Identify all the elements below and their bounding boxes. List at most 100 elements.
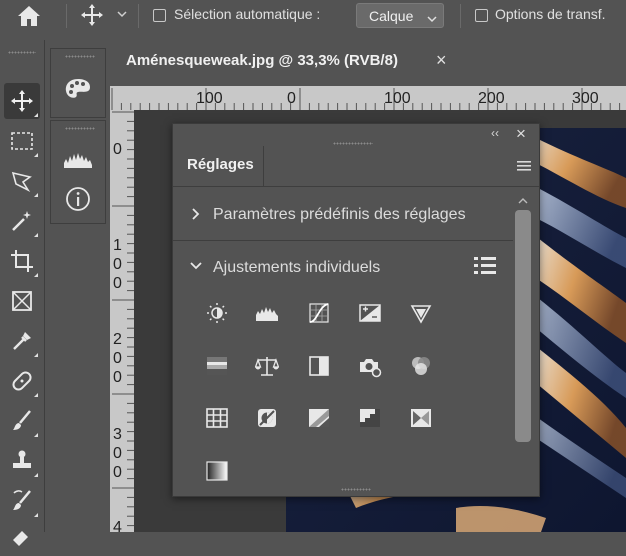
- options-bar: Sélection automatique : Calque Options d…: [0, 0, 626, 32]
- info-icon[interactable]: [65, 186, 91, 212]
- flyout-indicator: [34, 393, 38, 397]
- auto-select-checkbox[interactable]: [153, 9, 166, 22]
- histogram-icon[interactable]: [63, 151, 93, 169]
- vibrance-icon[interactable]: [409, 301, 433, 325]
- move-tool-button[interactable]: [4, 83, 40, 119]
- panel-tab-row: Réglages: [173, 146, 539, 187]
- separator: [66, 4, 67, 28]
- curves-icon[interactable]: [307, 301, 331, 325]
- scroll-up-icon[interactable]: [518, 198, 528, 204]
- channel-mixer-icon[interactable]: [409, 354, 433, 378]
- eyedropper-tool-button[interactable]: [4, 323, 40, 359]
- flyout-indicator: [34, 273, 38, 277]
- invert-icon[interactable]: [255, 406, 279, 430]
- chevron-down-icon[interactable]: [117, 11, 127, 18]
- grip-handle[interactable]: [333, 142, 373, 145]
- magic-wand-tool-button[interactable]: [4, 203, 40, 239]
- tools-panel: [0, 40, 45, 546]
- flyout-indicator: [34, 433, 38, 437]
- marquee-icon: [11, 132, 33, 150]
- adjustments-panel-group: [50, 120, 106, 224]
- crop-tool-button[interactable]: [4, 243, 40, 279]
- frame-tool-button[interactable]: [4, 283, 40, 319]
- color-balance-icon[interactable]: [255, 354, 279, 378]
- color-panel-group: [50, 48, 106, 118]
- eraser-tool-button[interactable]: [4, 520, 40, 556]
- transform-options-checkbox[interactable]: [475, 9, 488, 22]
- individual-adjustments-label: Ajustements individuels: [213, 259, 381, 276]
- horizontal-ruler[interactable]: 100 0 100 200 300: [110, 86, 626, 110]
- scrollbar-thumb[interactable]: [515, 210, 531, 442]
- ruler-label: 200: [478, 90, 505, 107]
- move-tool-icon[interactable]: [80, 3, 104, 27]
- close-panel-icon[interactable]: ×: [516, 124, 526, 144]
- flyout-indicator: [34, 193, 38, 197]
- flyout-indicator: [34, 233, 38, 237]
- threshold-icon[interactable]: [358, 406, 382, 430]
- document-tab[interactable]: Aménesqueweak.jpg @ 33,3% (RVB/8) ×: [110, 44, 462, 78]
- panel-scrollbar[interactable]: [513, 188, 535, 488]
- gradient-map-icon[interactable]: [205, 459, 229, 483]
- lasso-tool-button[interactable]: [4, 163, 40, 199]
- individual-adjustments-header[interactable]: Ajustements individuels: [173, 252, 513, 288]
- photo-filter-icon[interactable]: [358, 354, 382, 378]
- presets-section-header[interactable]: Paramètres prédéfinis des réglages: [173, 196, 513, 236]
- chevron-down-icon: [427, 10, 437, 28]
- ruler-label: 0: [287, 90, 296, 107]
- separator: [460, 4, 461, 28]
- grip-handle[interactable]: [65, 55, 95, 58]
- tab-reglages[interactable]: Réglages: [177, 146, 264, 186]
- auto-select-dropdown[interactable]: Calque: [356, 3, 444, 28]
- frame-icon: [12, 291, 32, 311]
- flyout-indicator: [34, 513, 38, 517]
- collapsed-panels-strip: [48, 40, 107, 532]
- presets-label: Paramètres prédéfinis des réglages: [213, 206, 466, 223]
- ruler-label-200: 200: [113, 331, 122, 386]
- crop-icon: [11, 250, 33, 272]
- panel-title-bar[interactable]: ‹‹ ×: [173, 124, 539, 146]
- selective-color-icon[interactable]: [409, 406, 433, 430]
- ruler-label-100: 100: [113, 237, 122, 292]
- brightness-contrast-icon[interactable]: [205, 301, 229, 325]
- posterize-icon[interactable]: [307, 406, 331, 430]
- ruler-ticks: [111, 88, 621, 110]
- grip-handle[interactable]: [8, 51, 36, 54]
- section-divider: [173, 240, 513, 241]
- flyout-indicator: [34, 473, 38, 477]
- resize-grip[interactable]: [341, 488, 371, 491]
- ruler-label-0: 0: [113, 141, 122, 158]
- tab-label: Réglages: [187, 156, 254, 173]
- panel-menu-icon[interactable]: [517, 160, 531, 172]
- close-icon[interactable]: ×: [436, 50, 447, 71]
- history-brush-tool-button[interactable]: [4, 483, 40, 519]
- eyedropper-icon: [13, 332, 31, 350]
- transform-options-label: Options de transf.: [495, 6, 606, 22]
- exposure-icon[interactable]: [358, 301, 382, 325]
- move-icon: [11, 90, 33, 112]
- color-lookup-icon[interactable]: [205, 406, 229, 430]
- levels-icon[interactable]: [255, 301, 279, 325]
- black-white-icon[interactable]: [307, 354, 331, 378]
- grip-handle[interactable]: [65, 127, 95, 130]
- adjustments-panel: ‹‹ × Réglages Paramètres prédéfinis des …: [172, 123, 540, 497]
- home-icon[interactable]: [17, 5, 41, 27]
- flyout-indicator: [34, 113, 38, 117]
- magic-wand-icon: [12, 211, 31, 231]
- chevron-right-icon: [192, 208, 200, 220]
- hue-saturation-icon[interactable]: [205, 354, 229, 378]
- marquee-tool-button[interactable]: [4, 123, 40, 159]
- palette-icon[interactable]: [64, 77, 92, 101]
- healing-brush-tool-button[interactable]: [4, 363, 40, 399]
- vertical-ruler[interactable]: 0 100 200 300 4: [110, 110, 134, 536]
- clone-stamp-tool-button[interactable]: [4, 443, 40, 479]
- brush-tool-button[interactable]: [4, 403, 40, 439]
- list-view-icon[interactable]: [474, 256, 496, 276]
- ruler-label: 100: [196, 90, 223, 107]
- document-tab-title: Aménesqueweak.jpg @ 33,3% (RVB/8): [126, 52, 398, 69]
- ruler-label-300: 300: [113, 426, 122, 481]
- collapse-panel-icon[interactable]: ‹‹: [491, 126, 499, 140]
- polygonal-lasso-icon: [11, 171, 32, 192]
- brush-icon: [13, 410, 31, 430]
- stamp-icon: [13, 450, 31, 468]
- auto-select-value: Calque: [369, 8, 414, 24]
